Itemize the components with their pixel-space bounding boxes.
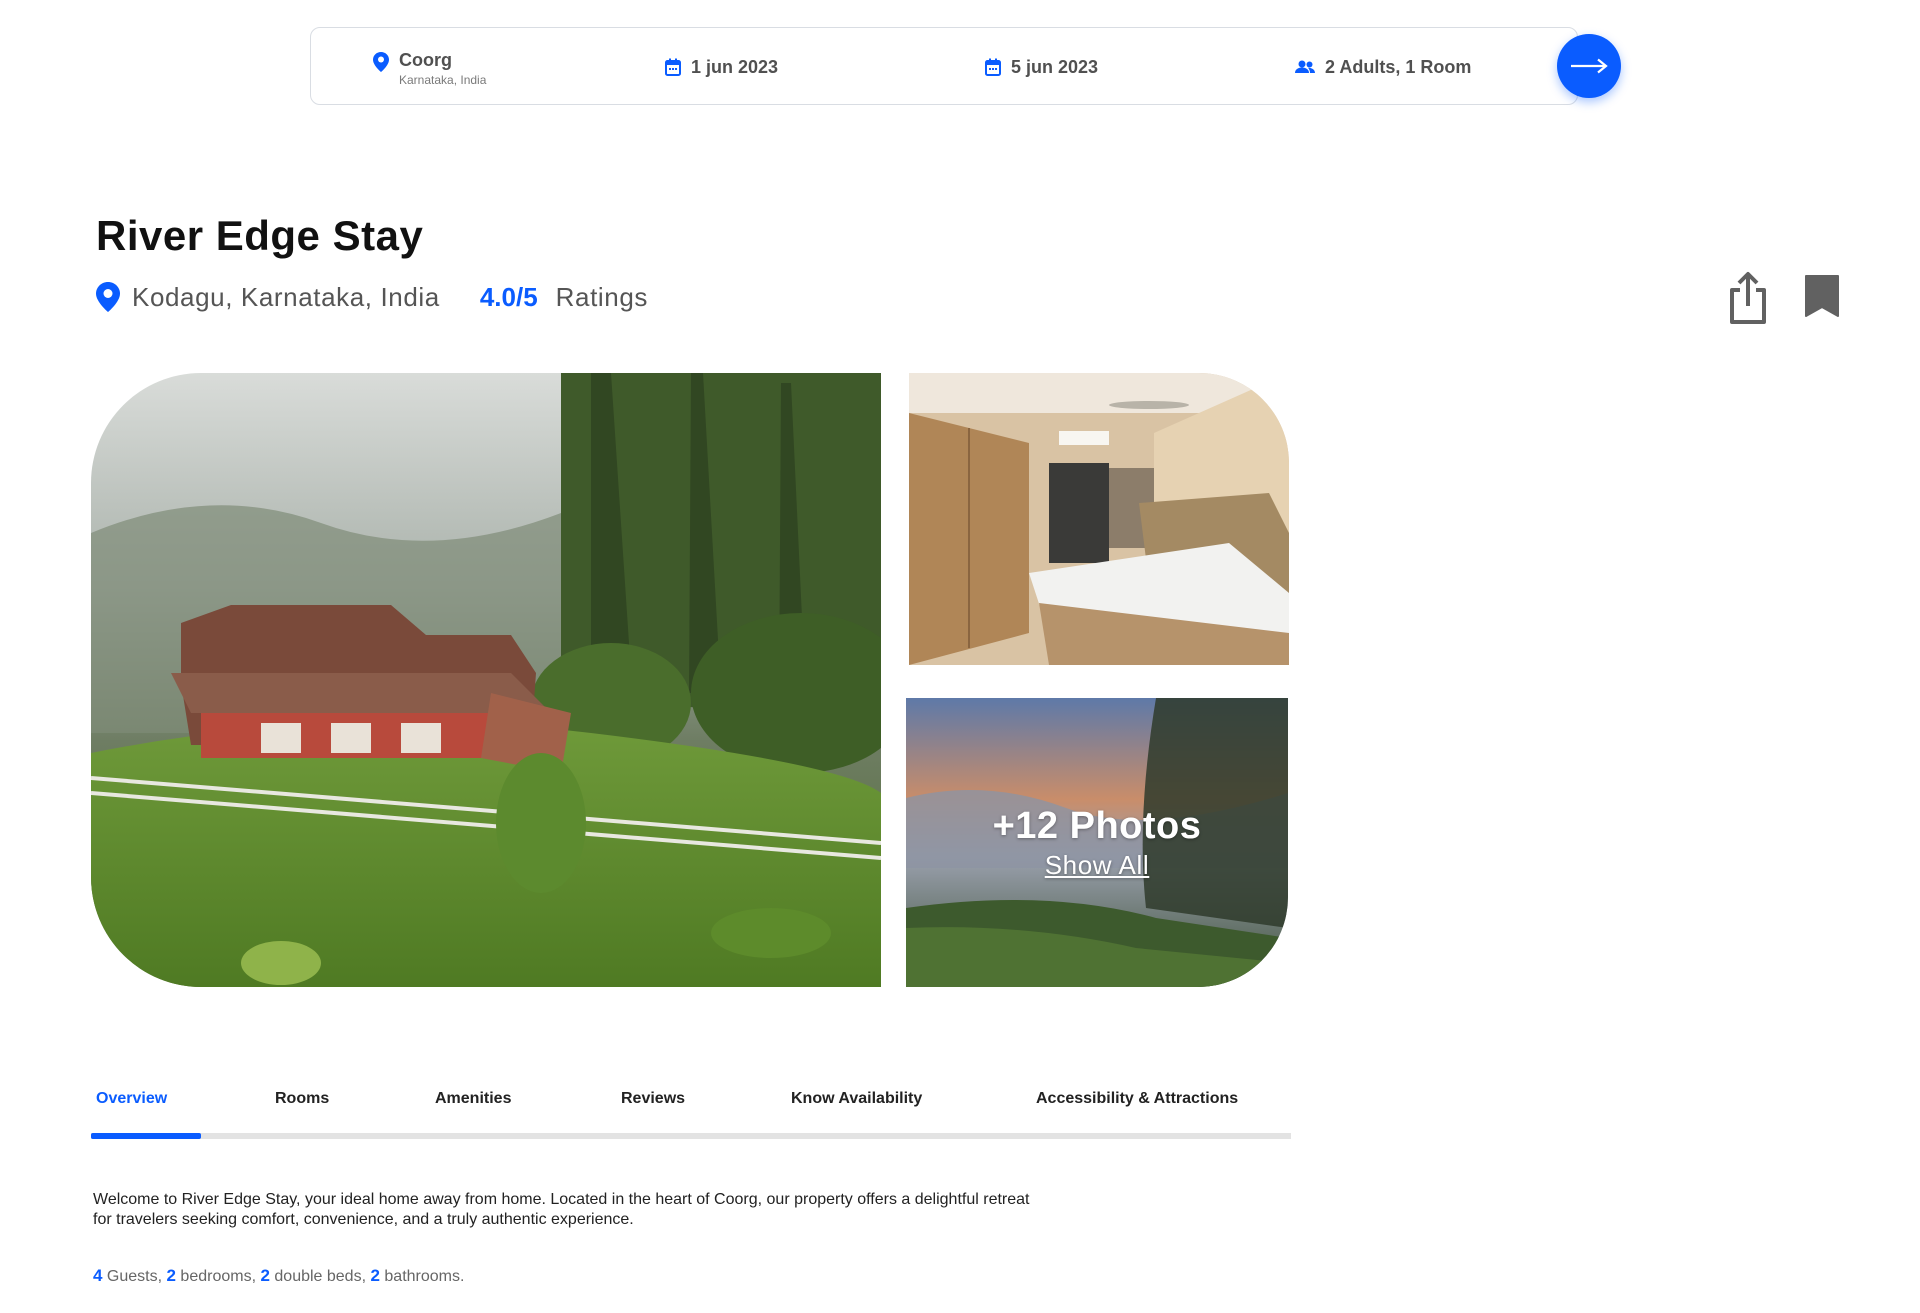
guests-value: 2 Adults, 1 Room (1325, 56, 1472, 77)
hillside-cottage-photo[interactable] (91, 373, 881, 987)
bookmark-button[interactable] (1804, 274, 1840, 318)
description-line: for travelers seeking comfort, convenien… (93, 1211, 634, 1228)
sunset-hills-photo[interactable]: +12 Photos Show All (906, 698, 1288, 987)
bookmark-icon (1805, 275, 1839, 317)
bathrooms-count: 2 (370, 1266, 380, 1285)
tab-track (91, 1133, 1291, 1139)
check-out-field[interactable]: 5 jun 2023 (983, 28, 1098, 106)
guests-field[interactable]: 2 Adults, 1 Room (1293, 28, 1471, 106)
description-line: Welcome to River Edge Stay, your ideal h… (93, 1191, 1030, 1208)
share-button[interactable] (1726, 268, 1770, 326)
calendar-icon (663, 57, 683, 77)
guests-label: Guests (106, 1268, 158, 1285)
tab-reviews[interactable]: Reviews (621, 1090, 685, 1108)
property-title: River Edge Stay (96, 212, 424, 259)
check-out-value: 5 jun 2023 (1011, 56, 1099, 77)
overview-description: Welcome to River Edge Stay, your ideal h… (93, 1190, 1193, 1230)
bedrooms-count: 2 (166, 1266, 176, 1285)
people-icon (1293, 57, 1317, 77)
share-icon (1730, 272, 1766, 324)
tab-amenities[interactable]: Amenities (435, 1090, 511, 1108)
tab-overview[interactable]: Overview (96, 1090, 167, 1108)
location-value: Coorg (399, 50, 452, 70)
rating-value: 4.0/5 (479, 281, 538, 312)
arrow-right-icon (1571, 58, 1608, 74)
section-tabs: Overview Rooms Amenities Reviews Know Av… (91, 1080, 1291, 1140)
property-facts: 4 Guests, 2 bedrooms, 2 double beds, 2 b… (93, 1266, 465, 1285)
search-bar: Coorg Karnataka, India 1 jun 2023 5 jun … (310, 27, 1621, 106)
more-photos-count: +12 Photos (992, 804, 1202, 847)
property-location: Kodagu, Karnataka, India (132, 281, 440, 312)
check-in-field[interactable]: 1 jun 2023 (663, 28, 778, 106)
search-submit-button[interactable] (1557, 34, 1621, 98)
double-beds-label: double beds (274, 1268, 362, 1285)
bedroom-photo[interactable] (909, 373, 1289, 665)
location-subtext: Karnataka, India (399, 73, 487, 87)
ratings-link[interactable]: Ratings (556, 282, 648, 313)
tab-know-availability[interactable]: Know Availability (791, 1090, 922, 1108)
property-location-row: Kodagu, Karnataka, India 4.0/5 Ratings (96, 280, 648, 314)
calendar-icon (983, 57, 1003, 77)
double-beds-count: 2 (260, 1266, 270, 1285)
bathrooms-label: bathrooms (384, 1268, 460, 1285)
location-pin-icon (371, 52, 391, 72)
location-field[interactable]: Coorg Karnataka, India (371, 50, 486, 87)
guests-count: 4 (93, 1266, 103, 1285)
more-photos-overlay: +12 Photos Show All (906, 698, 1288, 987)
check-in-value: 1 jun 2023 (691, 56, 779, 77)
show-all-photos-link[interactable]: Show All (1045, 850, 1150, 881)
tab-rooms[interactable]: Rooms (275, 1090, 329, 1108)
active-tab-indicator (91, 1133, 201, 1139)
bedrooms-label: bedrooms (180, 1268, 252, 1285)
tab-accessibility-attractions[interactable]: Accessibility & Attractions (1036, 1090, 1238, 1108)
location-pin-icon (96, 282, 120, 312)
